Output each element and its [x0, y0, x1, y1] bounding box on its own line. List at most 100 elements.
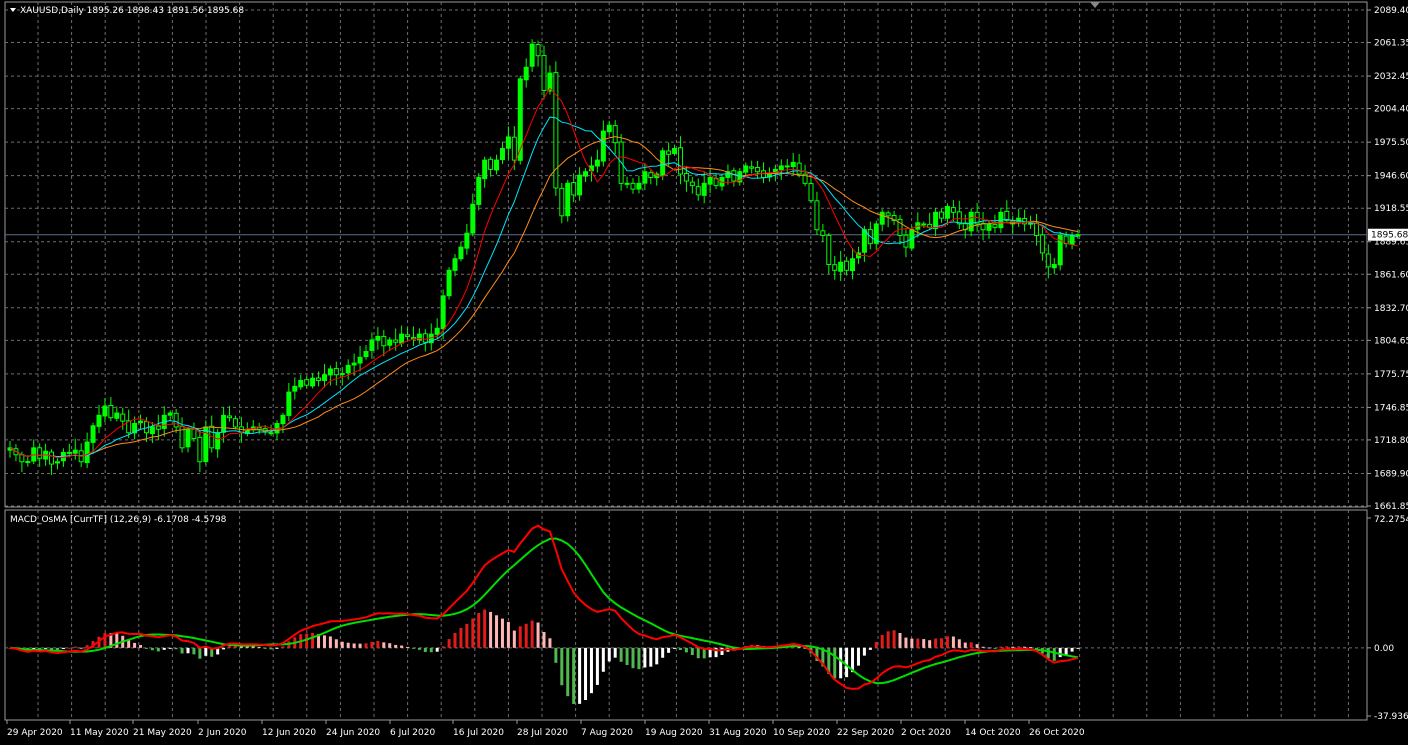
macd-histogram-bar: [162, 647, 166, 650]
macd-histogram-bar: [696, 647, 700, 659]
candle-bear: [232, 418, 238, 428]
candle-bear: [648, 172, 654, 179]
macd-histogram-bar: [880, 635, 884, 648]
candle-bull: [529, 43, 535, 67]
candle-bull: [879, 211, 885, 225]
macd-histogram-bar: [441, 646, 445, 648]
macd-histogram-bar: [79, 647, 83, 649]
macd-histogram-bar: [892, 630, 896, 648]
candle-bull: [790, 161, 796, 168]
candle-bull: [523, 66, 529, 81]
candle-bull: [96, 414, 102, 427]
candle-bull: [102, 405, 108, 417]
candle-bear: [108, 404, 114, 419]
macd-histogram-bar: [198, 647, 202, 659]
candle-bear: [844, 260, 850, 271]
candle-bull: [280, 414, 286, 425]
candle-bull: [399, 333, 405, 344]
macd-histogram-bar: [328, 636, 332, 648]
candle-bull: [375, 335, 381, 341]
macd-histogram-bar: [228, 646, 232, 648]
macd-histogram-bar: [1005, 646, 1009, 648]
candle-bull: [594, 159, 600, 167]
candle-bull: [54, 461, 60, 464]
candle-bear: [666, 150, 672, 155]
candle-bear: [268, 432, 274, 435]
macd-histogram-bar: [192, 647, 196, 655]
macd-histogram-bar: [904, 637, 908, 648]
macd-histogram-bar: [506, 621, 510, 648]
y-tick-label: 1861.60: [1374, 270, 1408, 280]
candle-bull: [624, 182, 630, 185]
macd-histogram-bar: [607, 647, 611, 662]
macd-histogram-bar: [281, 646, 285, 648]
candle-bull: [351, 362, 357, 366]
candle-bear: [814, 200, 820, 231]
candle-bull: [167, 412, 173, 416]
macd-histogram-bar: [951, 636, 955, 648]
macd-histogram-bar: [406, 646, 410, 648]
candle-bull: [565, 182, 571, 217]
candle-bear: [333, 368, 339, 376]
macd-histogram-bar: [945, 636, 949, 648]
macd-histogram-bar: [584, 647, 588, 700]
candle-bear: [939, 211, 945, 219]
candle-bull: [600, 130, 606, 162]
macd-histogram-bar: [589, 647, 593, 694]
macd-histogram-bar: [115, 633, 119, 648]
candle-bull: [1075, 234, 1081, 237]
candle-bear: [571, 182, 577, 196]
macd-histogram-bar: [856, 647, 860, 666]
candle-bear: [393, 339, 399, 343]
macd-histogram-bar: [495, 615, 499, 648]
candle-bear: [677, 147, 683, 175]
candle-bull: [286, 391, 292, 416]
candle-bear: [921, 223, 927, 226]
macd-histogram-bar: [435, 647, 439, 652]
candle-bull: [345, 364, 351, 374]
y-tick-label: 1689.90: [1374, 469, 1408, 479]
candle-bear: [488, 158, 494, 170]
candle-bear: [630, 182, 636, 190]
candle-bear: [761, 170, 767, 179]
candle-bull: [327, 368, 333, 376]
macd-histogram-bar: [684, 647, 688, 653]
x-tick-label: 2 Jun 2020: [198, 728, 247, 738]
candle-bear: [731, 170, 737, 182]
macd-histogram-bar: [204, 647, 208, 656]
candle-bear: [826, 234, 832, 266]
candle-bull: [861, 229, 867, 253]
macd-histogram-bar: [429, 647, 433, 653]
macd-histogram-bar: [661, 647, 665, 658]
x-tick-label: 14 Oct 2020: [965, 728, 1021, 738]
macd-histogram-bar: [44, 647, 48, 649]
candle-bear: [405, 334, 411, 337]
macd-histogram-bar: [411, 647, 415, 649]
macd-histogram-bar: [489, 611, 493, 648]
macd-histogram-bar: [518, 626, 522, 648]
y-tick-label: 1746.85: [1374, 403, 1408, 413]
candle-bull: [357, 356, 363, 364]
candle-bear: [191, 428, 197, 440]
macd-histogram-bar: [886, 631, 890, 648]
macd-histogram-bar: [613, 647, 617, 658]
chart-canvas: 2089.40 2061.35 2032.45 2004.40 1975.50 1946.…: [0, 0, 1408, 745]
macd-histogram-bar: [1017, 646, 1021, 648]
macd-histogram-bar: [934, 638, 938, 648]
candle-bear: [381, 335, 387, 347]
candle-bull: [149, 426, 155, 435]
candle-bear: [19, 454, 25, 463]
candle-bear: [120, 413, 126, 422]
macd-histogram-bar: [322, 635, 326, 648]
y-tick-label: 1918.55: [1374, 204, 1408, 214]
x-tick-label: 10 Sep 2020: [773, 728, 830, 738]
y-tick-label: 1804.65: [1374, 336, 1408, 346]
macd-histogram-bar: [619, 647, 623, 662]
macd-histogram-bar: [916, 638, 920, 648]
candle-bull: [387, 339, 393, 346]
macd-histogram-bar: [536, 622, 540, 648]
macd-histogram-bar: [601, 647, 605, 672]
macd-histogram-bar: [358, 643, 362, 648]
macd-histogram-bar: [940, 638, 944, 648]
x-tick-label: 24 Jun 2020: [326, 728, 380, 738]
